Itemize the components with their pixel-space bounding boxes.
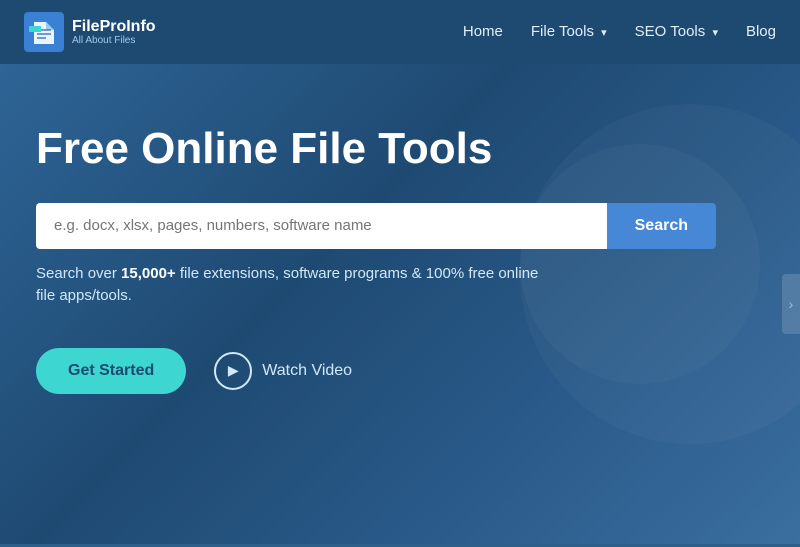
nav-file-tools-link[interactable]: File Tools ▾ xyxy=(531,23,607,40)
search-bar: Search xyxy=(36,203,716,249)
description-highlight: 15,000+ xyxy=(121,265,176,282)
get-started-button[interactable]: Get Started xyxy=(36,348,186,394)
play-icon: ▶ xyxy=(214,352,252,390)
nav-blog-link[interactable]: Blog xyxy=(746,23,776,40)
nav-file-tools[interactable]: File Tools ▾ xyxy=(531,23,607,41)
logo-title: FileProInfo xyxy=(72,18,156,36)
nav-seo-tools-link[interactable]: SEO Tools ▾ xyxy=(635,23,718,40)
logo-subtitle: All About Files xyxy=(72,35,156,46)
search-button[interactable]: Search xyxy=(607,203,716,249)
hero-title: Free Online File Tools xyxy=(36,124,764,175)
description-prefix: Search over xyxy=(36,265,121,282)
search-input[interactable] xyxy=(36,203,607,249)
nav-blog[interactable]: Blog xyxy=(746,23,776,41)
watch-video-link[interactable]: ▶ Watch Video xyxy=(214,352,352,390)
hero-section: Free Online File Tools Search Search ove… xyxy=(0,64,800,544)
search-description: Search over 15,000+ file extensions, sof… xyxy=(36,263,556,308)
file-tools-chevron-icon: ▾ xyxy=(601,27,607,39)
navbar: FileProInfo All About Files Home File To… xyxy=(0,0,800,64)
scroll-hint xyxy=(782,274,800,334)
watch-video-label: Watch Video xyxy=(262,362,352,380)
nav-seo-tools[interactable]: SEO Tools ▾ xyxy=(635,23,718,41)
logo-text: FileProInfo All About Files xyxy=(72,18,156,47)
nav-links: Home File Tools ▾ SEO Tools ▾ Blog xyxy=(463,23,776,41)
seo-tools-chevron-icon: ▾ xyxy=(712,27,718,39)
cta-row: Get Started ▶ Watch Video xyxy=(36,348,764,394)
nav-home[interactable]: Home xyxy=(463,23,503,41)
nav-home-link[interactable]: Home xyxy=(463,23,503,40)
logo[interactable]: FileProInfo All About Files xyxy=(24,12,156,52)
logo-icon xyxy=(24,12,64,52)
